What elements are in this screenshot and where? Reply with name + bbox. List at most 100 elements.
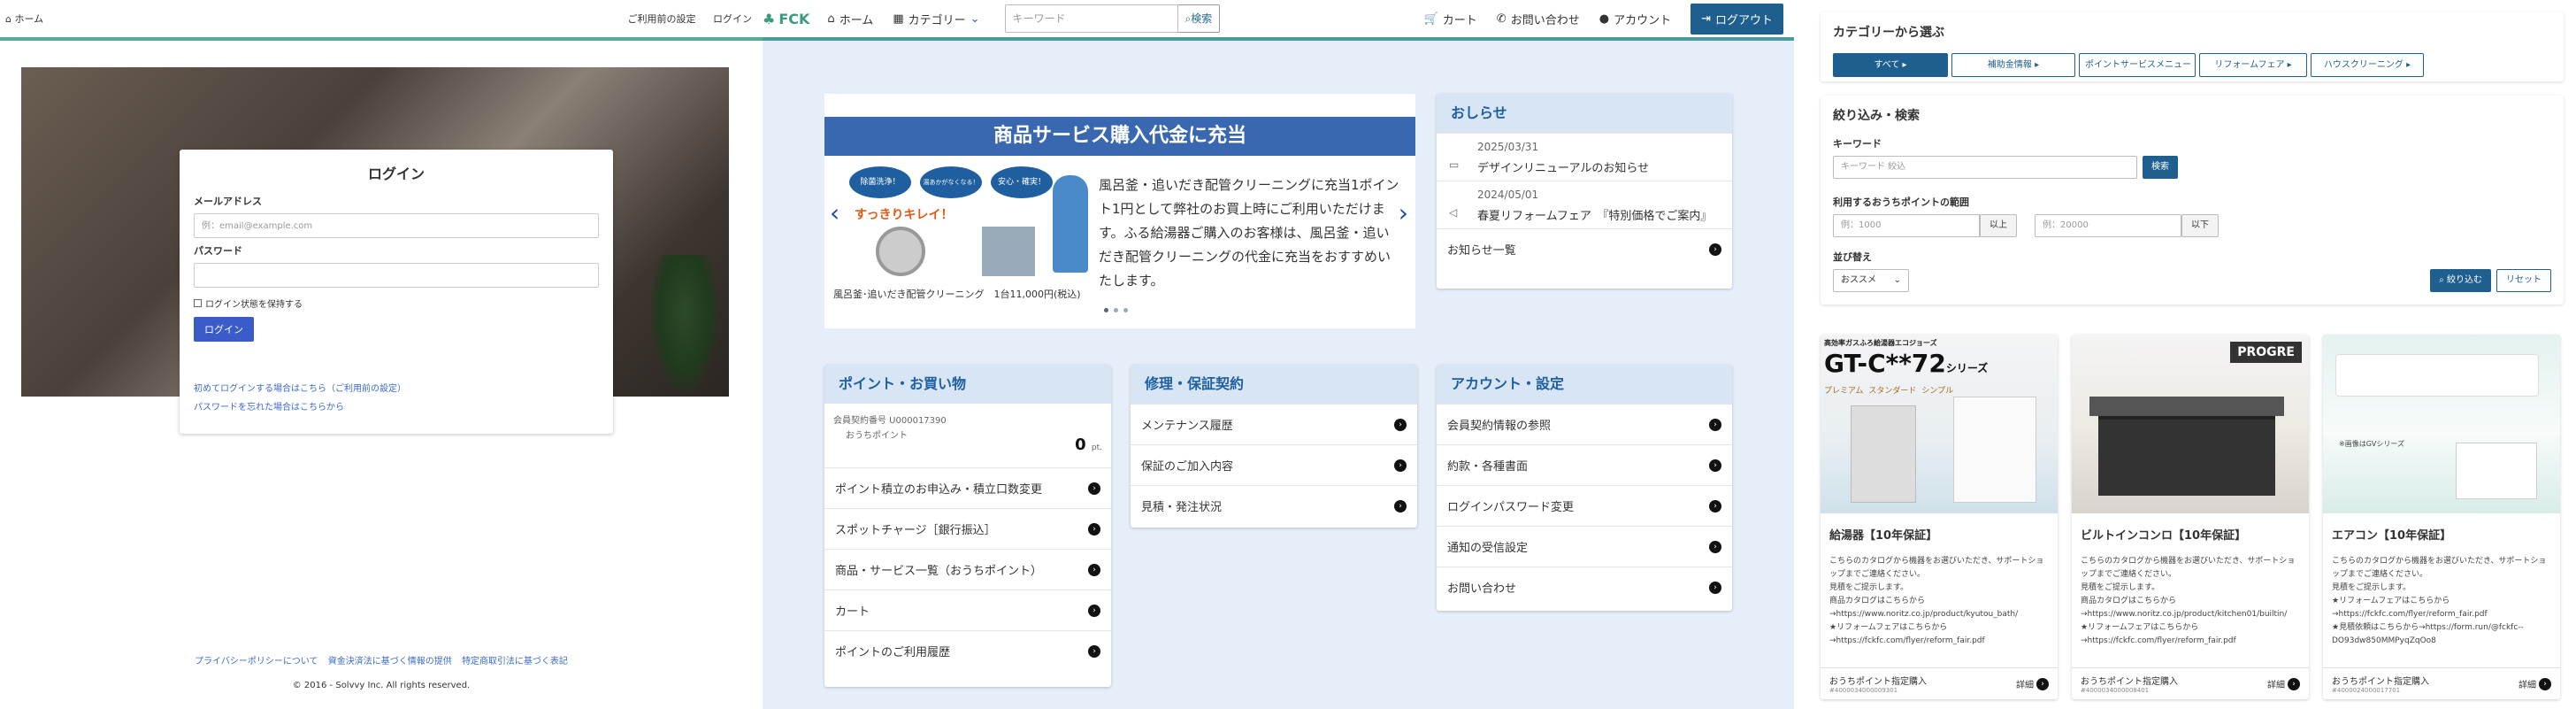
product-detail-link[interactable]: 詳細 › <box>2016 677 2049 690</box>
account-menu-item[interactable]: 通知の受信設定 › <box>1437 526 1732 566</box>
repair-menu-item[interactable]: 見積・発注状況 › <box>1131 485 1417 526</box>
cooktop <box>2089 397 2284 416</box>
logout-label: ログアウト <box>1714 13 1773 27</box>
nav-cart[interactable]: 🛒 カート <box>1424 11 1477 27</box>
point-label: おうちポイント <box>846 431 908 441</box>
login-card: ログイン メールアドレス 例：email@example.com パスワード ロ… <box>180 150 613 434</box>
carousel-image: 除菌洗浄！ 湯あかがなくなる！ 安心・確実！ すっきりキレイ！ <box>832 166 1088 280</box>
login-link[interactable]: ログイン <box>713 13 752 25</box>
account-menu-item[interactable]: 会員契約情報の参照 › <box>1437 404 1732 444</box>
product-card[interactable]: 高効率ガスふろ給湯器エコジョーズ GT-C**72シリーズ プレミアム スタンダ… <box>1821 335 2058 699</box>
points-menu-item[interactable]: カート › <box>824 590 1111 630</box>
carousel-prev-icon[interactable]: ‹ <box>830 198 840 227</box>
nav-home[interactable]: ⌂ ホーム <box>827 11 873 27</box>
menu-item-label: メンテナンス履歴 <box>1141 420 1233 433</box>
copyright: © 2016 - Solvvy Inc. All rights reserved… <box>292 681 471 690</box>
menu-item-label: ポイント積立のお申込み・積立口数変更 <box>835 483 1043 497</box>
product-name: 給湯器【10年保証】 <box>1829 529 1938 543</box>
category-reform-fair-button[interactable]: リフォームフェア ▸ <box>2199 53 2307 77</box>
privacy-link[interactable]: プライバシーポリシーについて <box>195 657 318 667</box>
product-desc: こちらのカタログから機器をお選びいただき、サポートショップまでご連絡ください。 <box>2081 557 2296 579</box>
carousel-dot[interactable] <box>1104 308 1108 312</box>
repair-menu-item[interactable]: 保証のご加入内容 › <box>1131 444 1417 485</box>
menu-item-label: ポイントのご利用履歴 <box>835 646 951 659</box>
chevron-right-icon: › <box>1088 522 1100 536</box>
first-login-link[interactable]: 初めてログインする場合はこちら（ご利用前の設定） <box>194 381 599 394</box>
category-subsidy-button[interactable]: 補助金情報 ▸ <box>1951 53 2075 77</box>
menu-item-label: お問い合わせ <box>1447 582 1517 596</box>
min-suffix: 以上 <box>1980 214 2017 237</box>
account-menu-item[interactable]: ログインパスワード変更 › <box>1437 485 1732 526</box>
remember-checkbox-row[interactable]: ログイン状態を保持する <box>194 297 599 310</box>
category-house-cleaning-button[interactable]: ハウスクリーニング ▸ <box>2311 53 2424 77</box>
product-desc: 見積をご提示します。 <box>2332 583 2411 592</box>
range-label: 利用するおうちポイントの範囲 <box>1833 197 1969 208</box>
product-image-tag: スタンダード <box>1868 387 1917 396</box>
product-image: ※画像はGVシリーズ <box>2323 335 2560 513</box>
points-value: 0 pt. <box>1075 435 1102 454</box>
category-all-button[interactable]: すべて ▸ <box>1833 53 1948 77</box>
home-link[interactable]: ⌂ ホーム <box>5 12 43 26</box>
forgot-password-link[interactable]: パスワードを忘れた場合はこちらから <box>194 399 599 412</box>
max-points-input[interactable]: 例：20000 <box>2035 214 2181 237</box>
product-card[interactable]: ※画像はGVシリーズ エアコン【10年保証】 こちらのカタログから機器をお選びい… <box>2323 335 2560 699</box>
chevron-right-icon: › <box>1709 499 1721 512</box>
cart-icon: 🛒 <box>1423 12 1438 26</box>
carousel-dot[interactable] <box>1123 308 1128 312</box>
home-panel: ♣ FCK ⌂ ホーム ▦ カテゴリー ⌄ キーワード ⌕検索 🛒 カート ✆ お問い合わせ… <box>763 0 1794 709</box>
header-right: 🛒 カート ✆ お問い合わせ ● アカウント ⇥ ログアウト <box>1424 3 1783 35</box>
news-more[interactable]: お知らせ一覧 › <box>1437 228 1732 269</box>
points-menu-item[interactable]: 商品・サービス一覧（おうちポイント） › <box>824 549 1111 590</box>
nav-account[interactable]: ● アカウント <box>1599 11 1671 27</box>
apply-filter-button[interactable]: ⌕ 絞り込む <box>2430 269 2491 292</box>
chevron-right-icon: › <box>1088 563 1100 576</box>
sort-label: 並び替え <box>1833 251 1872 263</box>
account-menu-item[interactable]: 約款・各種書面 › <box>1437 444 1732 485</box>
search-button-label: 検索 <box>1191 12 1213 25</box>
chevron-right-icon: › <box>1709 581 1721 594</box>
account-menu-item[interactable]: お問い合わせ › <box>1437 566 1732 607</box>
carousel-caption: 風呂釜･追いだき配管クリーニング 1台11,000円(税込) <box>833 289 1081 300</box>
search-button[interactable]: ⌕検索 <box>1177 4 1221 33</box>
menu-item-label: 見積・発注状況 <box>1141 501 1223 514</box>
points-menu-item[interactable]: ポイントのご利用履歴 › <box>824 630 1111 671</box>
points-menu-item[interactable]: ポイント積立のお申込み・積立口数変更 › <box>824 467 1111 508</box>
product-desc: 見積をご提示します。 <box>1829 583 1909 592</box>
search-input[interactable]: キーワード <box>1004 4 1178 33</box>
password-field[interactable] <box>194 263 599 288</box>
pre-setup-link[interactable]: ご利用前の設定 <box>628 13 696 25</box>
fund-settlement-link[interactable]: 資金決済法に基づく情報の提供 <box>328 657 452 667</box>
megaphone-icon: ◁ <box>1449 206 1458 219</box>
product-detail-link[interactable]: 詳細 › <box>2518 677 2551 690</box>
ac-outdoor-unit <box>2456 443 2537 499</box>
keyword-search-button[interactable]: 検索 <box>2143 156 2178 179</box>
login-header: ⌂ ホーム ご利用前の設定 ログイン <box>0 0 763 41</box>
news-item[interactable]: ▭ 2025/03/31 デザインリニューアルのお知らせ <box>1437 133 1732 181</box>
nav-contact[interactable]: ✆ お問い合わせ <box>1497 11 1580 27</box>
menu-item-label: 保証のご加入内容 <box>1141 460 1234 474</box>
product-detail-link[interactable]: 詳細 › <box>2267 677 2300 690</box>
carousel-next-icon[interactable]: › <box>1399 198 1408 227</box>
category-point-service-button[interactable]: ポイントサービスメニュー <box>2079 53 2196 77</box>
fck-logo[interactable]: ♣ FCK <box>763 11 809 27</box>
logout-button[interactable]: ⇥ ログアウト <box>1690 3 1783 35</box>
min-points-input[interactable]: 例：1000 <box>1833 214 1980 237</box>
product-card[interactable]: PROGRE ビルトインコンロ【10年保証】 こちらのカタログから機器をお選びい… <box>2072 335 2309 699</box>
commerce-law-link[interactable]: 特定商取引法に基づく表記 <box>462 657 568 667</box>
search-icon: ⌕ <box>2439 275 2444 285</box>
product-image-note: ※画像はGVシリーズ <box>2339 440 2404 448</box>
password-label: パスワード <box>194 245 242 257</box>
email-field[interactable]: 例：email@example.com <box>194 213 599 238</box>
news-item[interactable]: ◁ 2024/05/01 春夏リフォームフェア 『特別価格でご案内』 <box>1437 181 1732 228</box>
nav-category[interactable]: ▦ カテゴリー ⌄ <box>893 11 979 27</box>
carousel-dot[interactable] <box>1114 308 1118 312</box>
points-menu-item[interactable]: スポットチャージ［銀行振込］ › <box>824 508 1111 549</box>
sort-select[interactable]: おススメ ⌄ <box>1833 269 1909 292</box>
product-image: PROGRE <box>2072 335 2309 513</box>
points-unit: pt. <box>1091 443 1102 452</box>
reset-button[interactable]: リセット <box>2496 269 2551 292</box>
keyword-input[interactable]: キーワード 絞込 <box>1833 156 2137 179</box>
login-button[interactable]: ログイン <box>194 317 254 342</box>
repair-menu-item[interactable]: メンテナンス履歴 › <box>1131 404 1417 444</box>
remember-checkbox[interactable] <box>194 299 202 307</box>
